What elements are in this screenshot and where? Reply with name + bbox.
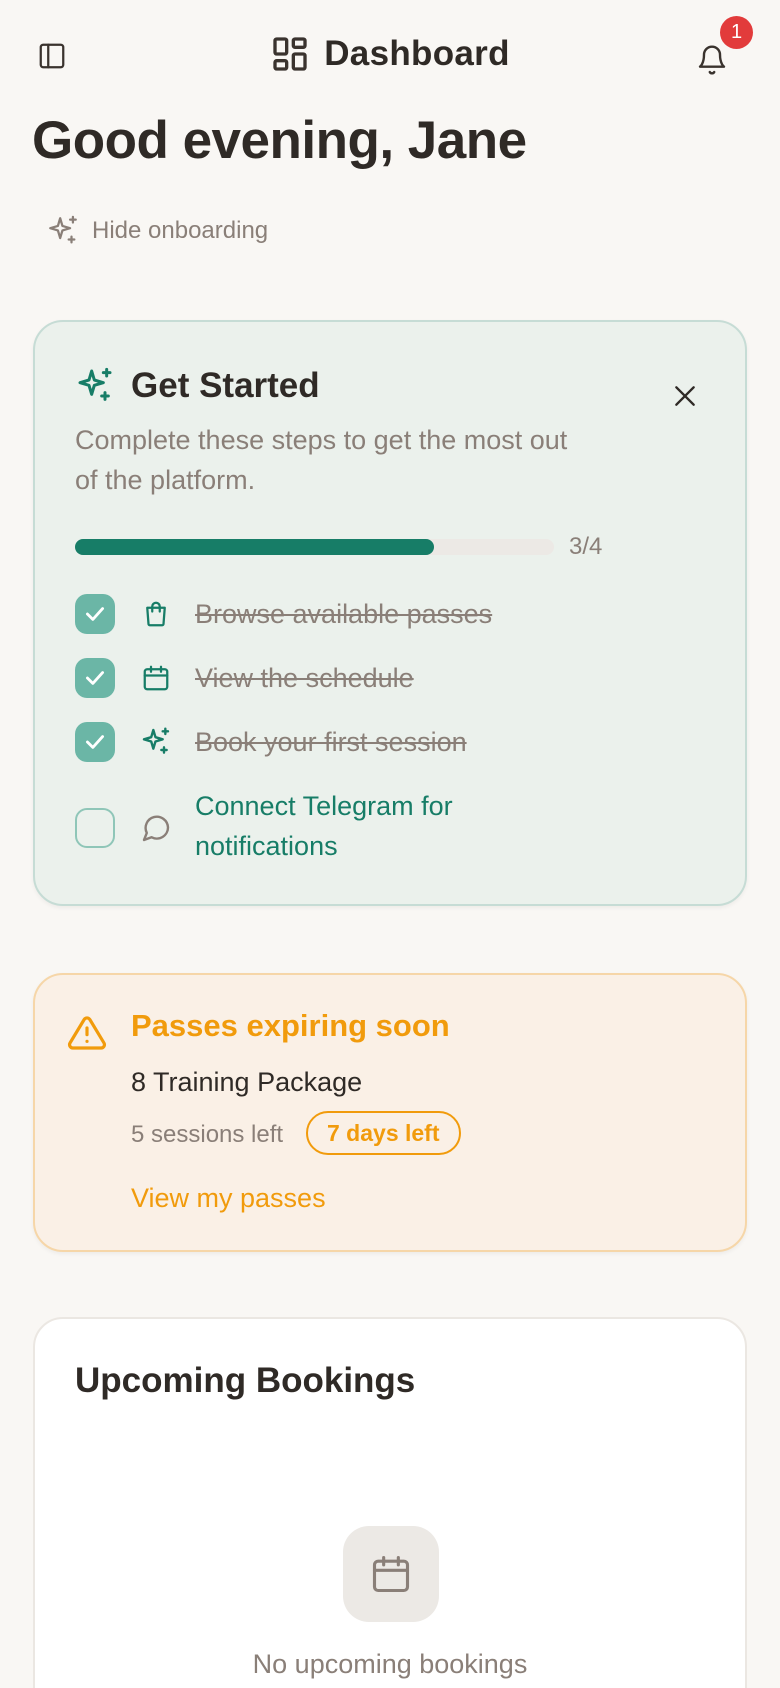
get-started-description: Complete these steps to get the most out… [75,425,568,495]
step-checkbox[interactable] [75,594,115,634]
greeting-heading: Good evening, Jane [32,111,527,170]
step-checkbox[interactable] [75,808,115,848]
bell-icon [698,45,726,75]
warning-triangle-icon [67,1016,107,1050]
step-checkbox[interactable] [75,658,115,698]
step-checkbox[interactable] [75,722,115,762]
step-icon-wrap [139,658,173,698]
close-onboarding-button[interactable] [669,380,701,412]
onboarding-step-book-session[interactable]: Book your first session [75,722,467,762]
warning-icon-wrap [67,1013,107,1058]
package-name: 8 Training Package [131,1067,363,1097]
page-header: Dashboard [0,34,780,74]
onboarding-step-browse-passes[interactable]: Browse available passes [75,594,492,634]
onboarding-progress-label: 3/4 [569,533,603,560]
message-circle-icon [142,815,170,842]
get-started-header: Get Started [75,366,320,406]
shopping-bag-icon [146,601,166,627]
check-icon [86,735,104,749]
empty-state-text: No upcoming bookings [252,1649,528,1679]
dashboard-grid-icon [273,37,307,71]
empty-state-icon-wrap [343,1526,439,1622]
calendar-icon [143,665,169,691]
step-label: View the schedule [195,663,414,693]
onboarding-progress-bar [75,539,554,555]
close-icon [675,386,695,406]
get-started-title: Get Started [131,366,320,405]
sessions-left: 5 sessions left [131,1121,284,1148]
onboarding-step-view-schedule[interactable]: View the schedule [75,658,414,698]
step-label: Browse available passes [195,599,493,629]
check-icon [86,607,104,621]
check-icon [86,671,104,685]
page-title: Dashboard [324,34,510,73]
sparkles-icon [142,727,170,754]
hide-onboarding-button[interactable]: Hide onboarding [46,214,268,248]
sparkles-icon [49,215,77,244]
view-passes-link[interactable]: View my passes [131,1183,326,1214]
top-bar: Dashboard 1 [0,0,780,112]
step-icon-wrap [139,594,173,634]
notification-badge: 1 [720,16,753,49]
sparkles-icon [78,367,112,401]
onboarding-progress-fill [75,539,435,555]
get-started-card: Get Started Complete these steps to get … [33,320,747,906]
expiring-title: Passes expiring soon [131,1008,450,1043]
step-label[interactable]: Connect Telegram for notifications [195,786,515,866]
calendar-icon [372,1555,410,1593]
upcoming-bookings-card: Upcoming Bookings No upcoming bookings [33,1317,747,1688]
hide-onboarding-label: Hide onboarding [92,217,269,244]
days-left-badge: 7 days left [306,1111,461,1155]
step-icon-wrap [139,722,173,762]
step-label: Book your first session [195,727,467,757]
onboarding-step-connect-telegram[interactable]: Connect Telegram for notifications [75,786,515,866]
step-icon-wrap [139,808,173,848]
bookings-title: Upcoming Bookings [75,1361,416,1400]
expiring-passes-card: Passes expiring soon 8 Training Package … [33,973,747,1252]
